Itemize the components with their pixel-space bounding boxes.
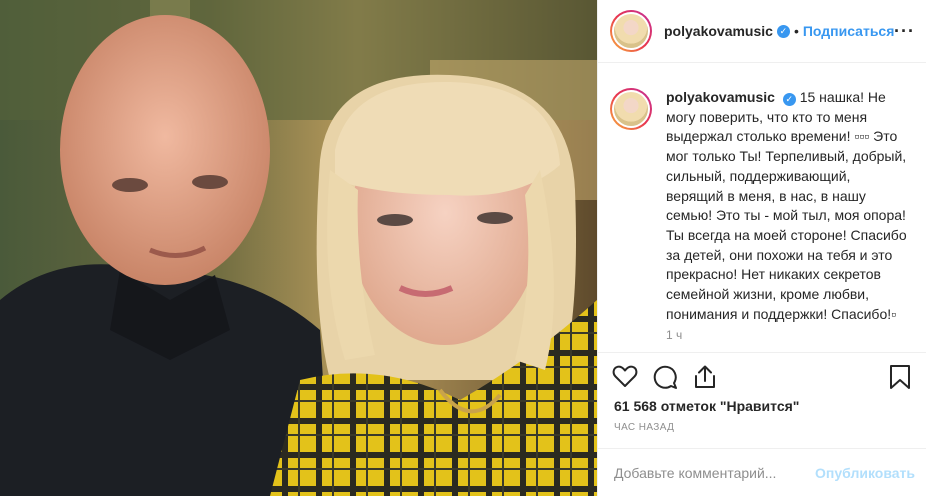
comments-section[interactable]: polyakovamusic ✓ 15 нашка! Не могу повер… <box>598 64 926 352</box>
caption-body: 15 нашка! Не могу поверить, что кто то м… <box>666 89 907 322</box>
follow-button[interactable]: Подписаться <box>803 23 895 39</box>
caption-time: 1 ч <box>666 328 683 343</box>
add-comment-bar: Опубликовать <box>598 448 926 496</box>
comment-icon[interactable] <box>652 364 678 393</box>
share-icon[interactable] <box>693 364 717 393</box>
caption-text-block: polyakovamusic ✓ 15 нашка! Не могу повер… <box>666 88 911 324</box>
post-header: polyakovamusic ✓ • Подписаться ··· <box>598 0 926 63</box>
caption-username[interactable]: polyakovamusic <box>666 89 775 105</box>
publish-button[interactable]: Опубликовать <box>815 465 915 481</box>
post-actions <box>598 352 926 398</box>
author-username[interactable]: polyakovamusic <box>664 23 773 39</box>
author-avatar[interactable] <box>610 10 652 52</box>
verified-badge-icon: ✓ <box>776 24 790 38</box>
post-side-panel: polyakovamusic ✓ • Подписаться ··· polya… <box>597 0 926 496</box>
caption: polyakovamusic ✓ 15 нашка! Не могу повер… <box>610 88 915 324</box>
caption-avatar[interactable] <box>610 88 652 130</box>
photo-couple <box>0 0 597 496</box>
bookmark-icon[interactable] <box>889 364 911 393</box>
post-timestamp[interactable]: час назад <box>614 422 674 433</box>
likes-count[interactable]: 61 568 отметок "Нравится" <box>614 398 799 414</box>
caption-verified-badge-icon: ✓ <box>782 93 796 106</box>
header-separator: • <box>793 23 799 39</box>
comment-input[interactable] <box>614 464 816 481</box>
post-photo[interactable] <box>0 0 597 496</box>
heart-icon[interactable] <box>612 364 638 391</box>
more-dots-icon[interactable]: ··· <box>894 21 915 42</box>
